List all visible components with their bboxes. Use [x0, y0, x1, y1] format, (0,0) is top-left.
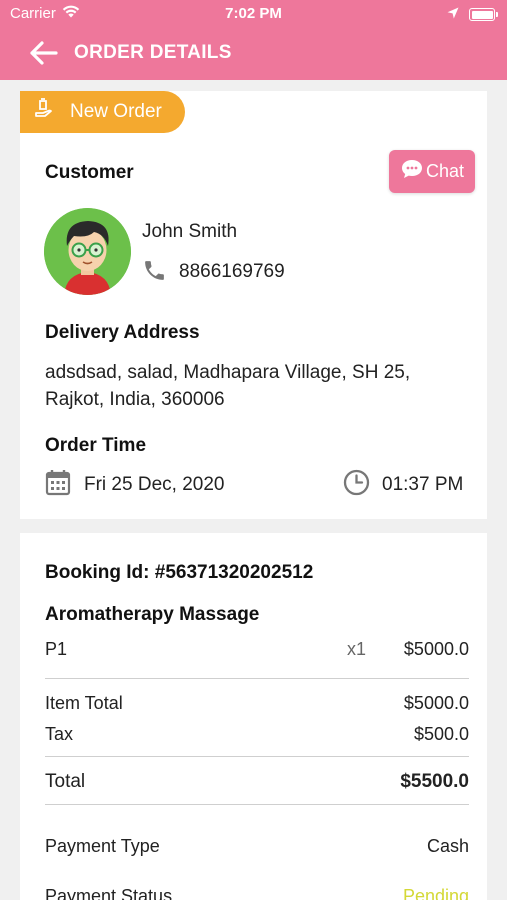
order-info-card: New Order Customer Chat John Smith 88661… [20, 91, 487, 519]
customer-name: John Smith [142, 221, 238, 242]
page-title: ORDER DETAILS [74, 42, 232, 63]
service-name: Aromatherapy Massage [45, 604, 260, 625]
delivery-address-label: Delivery Address [45, 322, 200, 343]
item-total-value: $5000.0 [403, 693, 469, 713]
divider [45, 756, 469, 757]
payment-type-row: Payment Type Cash [45, 836, 469, 857]
hand-bell-icon [34, 97, 58, 127]
payment-type-value: Cash [426, 836, 469, 856]
calendar-icon [45, 468, 71, 501]
top-bar: Carrier 7:02 PM ORDER DETAILS [0, 0, 507, 80]
tax-value: $500.0 [413, 724, 469, 744]
divider [45, 804, 469, 805]
order-time: 01:37 PM [382, 474, 464, 495]
booking-card: Booking Id: #56371320202512 Aromatherapy… [20, 533, 487, 900]
order-status-badge: New Order [20, 91, 185, 133]
item-total-label: Item Total [45, 693, 123, 713]
total-label: Total [45, 771, 86, 792]
avatar [44, 208, 131, 295]
item-name: P1 [45, 639, 68, 659]
item-qty: x1 [346, 639, 366, 659]
header: ORDER DETAILS [0, 28, 507, 80]
item-total-row: Item Total $5000.0 [45, 693, 469, 714]
tax-row: Tax $500.0 [45, 724, 469, 745]
back-button[interactable] [28, 39, 60, 67]
payment-status-row: Payment Status Pending [45, 886, 469, 900]
phone-icon [142, 258, 167, 288]
order-date: Fri 25 Dec, 2020 [84, 474, 225, 495]
chat-bubble-icon [400, 158, 424, 185]
location-arrow-icon [447, 6, 459, 23]
status-time: 7:02 PM [225, 5, 282, 22]
total-value: $5500.0 [400, 771, 469, 792]
battery-icon [469, 8, 498, 21]
status-bar: Carrier 7:02 PM [0, 0, 507, 28]
back-arrow-icon [30, 41, 58, 65]
customer-phone[interactable]: 8866169769 [179, 261, 285, 283]
payment-status-value: Pending [402, 886, 469, 900]
tax-label: Tax [45, 724, 74, 744]
chat-button[interactable]: Chat [389, 150, 475, 193]
booking-id: Booking Id: #56371320202512 [45, 562, 314, 583]
address-line-1: adsdsad, salad, Madhapara Village, SH 25… [45, 362, 411, 383]
divider [45, 678, 469, 679]
address-line-2: Rajkot, India, 360006 [45, 389, 225, 410]
total-row: Total $5500.0 [45, 771, 469, 793]
order-time-label: Order Time [45, 435, 147, 456]
badge-label: New Order [70, 101, 162, 122]
customer-label: Customer [45, 162, 134, 183]
payment-type-label: Payment Type [45, 836, 160, 856]
list-item: P1 x1 $5000.0 [45, 639, 469, 660]
chat-label: Chat [425, 161, 465, 181]
item-price: $5000.0 [403, 639, 469, 659]
clock-icon [343, 469, 370, 501]
payment-status-label: Payment Status [45, 886, 173, 900]
